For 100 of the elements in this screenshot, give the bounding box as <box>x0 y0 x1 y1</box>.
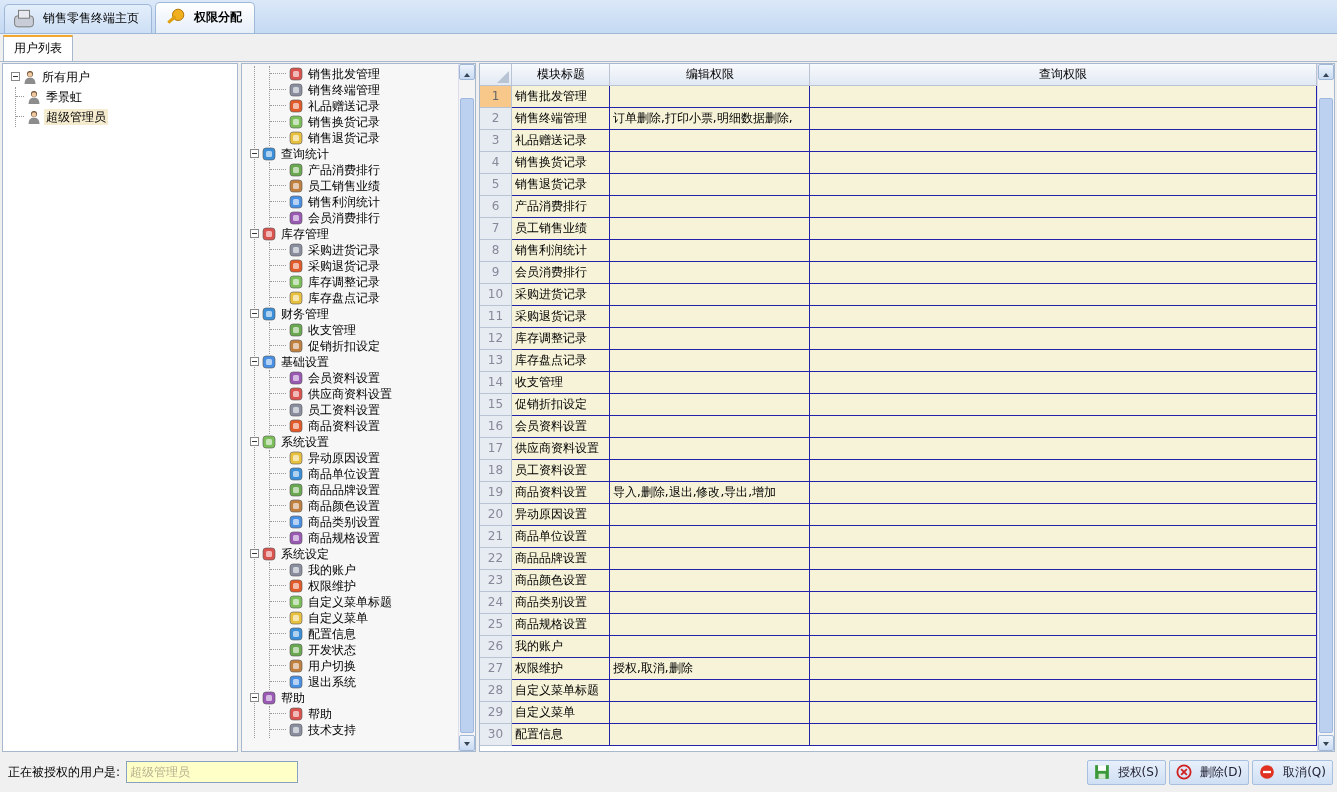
module-item[interactable]: 收支管理 <box>306 321 358 338</box>
corner-triangle-icon <box>497 70 509 83</box>
app-tab[interactable]: 销售零售终端主页 <box>4 3 152 33</box>
module-icon <box>289 658 303 673</box>
module-item[interactable]: 产品消费排行 <box>306 161 382 178</box>
table-cell: 权限维护 <box>512 657 610 680</box>
table-cell: 销售退货记录 <box>512 173 610 196</box>
table-cell: 供应商资料设置 <box>512 437 610 460</box>
module-icon <box>289 290 303 305</box>
module-item[interactable]: 库存盘点记录 <box>306 289 382 306</box>
module-item[interactable]: 销售换货记录 <box>306 113 382 130</box>
module-group[interactable]: 帮助 <box>279 689 307 706</box>
user-tree-item[interactable]: 季景虹 <box>44 88 84 105</box>
table-cell: 导入,删除,退出,修改,导出,增加 <box>610 481 810 504</box>
module-icon <box>289 402 303 417</box>
module-item[interactable]: 商品资料设置 <box>306 417 382 434</box>
module-item[interactable]: 商品规格设置 <box>306 529 382 546</box>
collapse-icon[interactable] <box>250 229 259 239</box>
module-item[interactable]: 商品品牌设置 <box>306 481 382 498</box>
module-item[interactable]: 自定义菜单标题 <box>306 593 394 610</box>
app-tab[interactable]: 权限分配 <box>155 1 255 33</box>
module-group[interactable]: 查询统计 <box>279 145 331 162</box>
collapse-icon[interactable] <box>250 309 259 319</box>
module-item[interactable]: 采购退货记录 <box>306 257 382 274</box>
cancel-button[interactable]: 取消(Q) <box>1252 759 1333 785</box>
scroll-down-button[interactable] <box>1318 735 1334 752</box>
table-cell: 库存盘点记录 <box>512 349 610 372</box>
module-item[interactable]: 销售退货记录 <box>306 129 382 146</box>
user-list-tab[interactable]: 用户列表 <box>3 34 73 61</box>
scroll-down-button[interactable] <box>459 735 475 752</box>
module-item[interactable]: 技术支持 <box>306 721 358 738</box>
module-item[interactable]: 帮助 <box>306 705 334 722</box>
row-number[interactable]: 1 <box>480 85 512 108</box>
collapse-icon[interactable] <box>250 549 259 559</box>
module-item[interactable]: 会员消费排行 <box>306 209 382 226</box>
module-group-icon <box>262 546 276 561</box>
module-item[interactable]: 权限维护 <box>306 577 358 594</box>
module-group[interactable]: 财务管理 <box>279 305 331 322</box>
module-group-icon <box>262 354 276 369</box>
table-cell: 产品消费排行 <box>512 195 610 218</box>
module-icon <box>289 562 303 577</box>
module-item[interactable]: 供应商资料设置 <box>306 385 394 402</box>
module-item[interactable]: 库存调整记录 <box>306 273 382 290</box>
collapse-icon[interactable] <box>250 357 259 367</box>
module-group[interactable]: 基础设置 <box>279 353 331 370</box>
collapse-icon[interactable] <box>11 72 20 82</box>
module-item[interactable]: 员工资料设置 <box>306 401 382 418</box>
collapse-icon[interactable] <box>250 149 259 159</box>
module-group[interactable]: 系统设定 <box>279 545 331 562</box>
table-cell: 收支管理 <box>512 371 610 394</box>
module-item[interactable]: 自定义菜单 <box>306 609 370 626</box>
module-item[interactable]: 开发状态 <box>306 641 358 658</box>
module-item[interactable]: 用户切换 <box>306 657 358 674</box>
module-item[interactable]: 促销折扣设定 <box>306 337 382 354</box>
module-item[interactable]: 配置信息 <box>306 625 358 642</box>
module-group[interactable]: 系统设置 <box>279 433 331 450</box>
module-icon <box>289 66 303 81</box>
module-icon <box>289 578 303 593</box>
table-cell: 库存调整记录 <box>512 327 610 350</box>
module-item[interactable]: 我的账户 <box>306 561 358 578</box>
collapse-icon[interactable] <box>250 693 259 703</box>
user-tree-item[interactable]: 所有用户 <box>40 68 92 85</box>
module-item[interactable]: 异动原因设置 <box>306 449 382 466</box>
column-header[interactable]: 模块标题 <box>512 63 610 86</box>
table-cell: 商品品牌设置 <box>512 547 610 570</box>
user-icon <box>23 69 37 84</box>
table-cell: 礼品赠送记录 <box>512 129 610 152</box>
module-icon <box>289 98 303 113</box>
module-icon <box>289 482 303 497</box>
module-icon <box>289 130 303 145</box>
module-item[interactable]: 采购进货记录 <box>306 241 382 258</box>
module-icon <box>289 626 303 641</box>
module-item[interactable]: 销售批发管理 <box>306 65 382 82</box>
module-item[interactable]: 礼品赠送记录 <box>306 97 382 114</box>
module-group[interactable]: 库存管理 <box>279 225 331 242</box>
module-item[interactable]: 商品颜色设置 <box>306 497 382 514</box>
table-cell: 销售批发管理 <box>512 85 610 108</box>
user-tree-item[interactable]: 超级管理员 <box>44 108 108 125</box>
table-cell: 销售利润统计 <box>512 239 610 262</box>
module-icon <box>289 642 303 657</box>
module-item[interactable]: 商品单位设置 <box>306 465 382 482</box>
module-icon <box>289 514 303 529</box>
table-cell: 授权,取消,删除 <box>610 657 810 680</box>
module-item[interactable]: 员工销售业绩 <box>306 177 382 194</box>
column-header[interactable]: 查询权限 <box>810 63 1317 86</box>
module-item[interactable]: 商品类别设置 <box>306 513 382 530</box>
scrollbar-thumb[interactable] <box>460 97 474 734</box>
scroll-up-button[interactable] <box>459 63 475 80</box>
save-button[interactable]: 授权(S) <box>1086 759 1166 785</box>
collapse-icon[interactable] <box>250 437 259 447</box>
module-item[interactable]: 销售终端管理 <box>306 81 382 98</box>
module-item[interactable]: 会员资料设置 <box>306 369 382 386</box>
table-cell: 自定义菜单标题 <box>512 679 610 702</box>
scroll-up-button[interactable] <box>1318 63 1334 80</box>
column-header[interactable]: 编辑权限 <box>610 63 810 86</box>
module-item[interactable]: 退出系统 <box>306 673 358 690</box>
delete-button[interactable]: 删除(D) <box>1168 759 1250 785</box>
module-item[interactable]: 销售利润统计 <box>306 193 382 210</box>
scrollbar-thumb[interactable] <box>1319 97 1333 734</box>
module-group-icon <box>262 306 276 321</box>
